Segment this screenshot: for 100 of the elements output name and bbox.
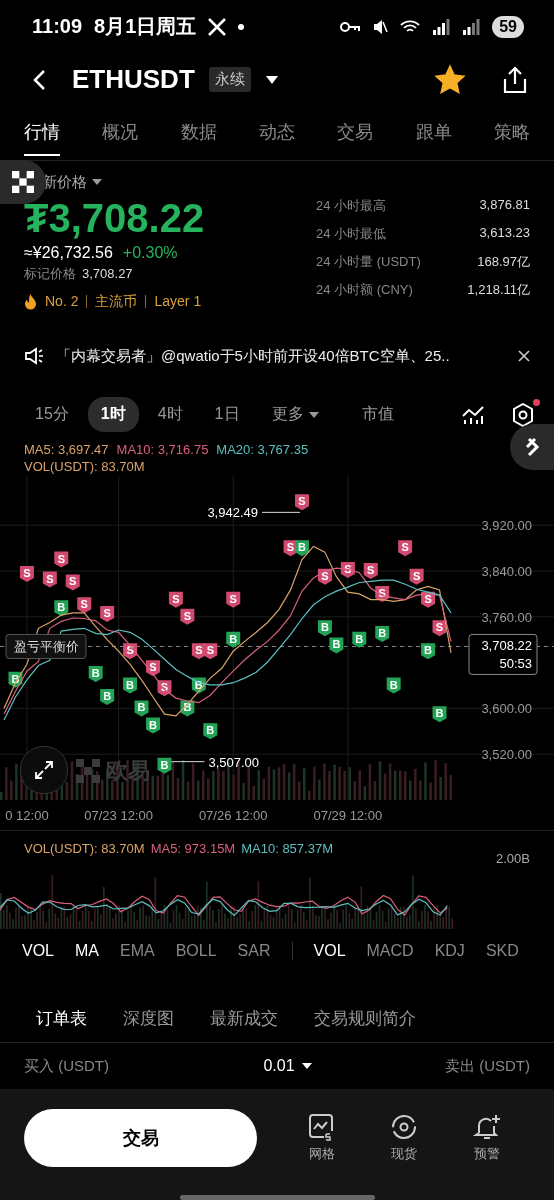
indicator-tab[interactable]: VOL	[22, 941, 54, 960]
sell-marker: S	[19, 565, 34, 582]
precision-dropdown[interactable]: 0.01	[263, 1057, 313, 1076]
interval-tab[interactable]: 15分	[22, 397, 82, 433]
nav-tab[interactable]: 数据	[180, 109, 217, 156]
stat-value: 3,613.23	[479, 224, 530, 242]
axis-tick-label: 2.00B	[496, 850, 530, 866]
sell-marker: S	[180, 608, 195, 625]
toolbar-action[interactable]: 预警	[445, 1112, 528, 1165]
mark-price: 3,708.27	[82, 266, 133, 282]
interval-tab[interactable]: 市值	[348, 397, 407, 433]
sell-marker: S	[432, 619, 447, 636]
logo-icon	[12, 171, 34, 193]
sell-marker: S	[317, 568, 332, 585]
symbol-dropdown-button[interactable]	[264, 74, 279, 85]
flame-icon	[24, 293, 37, 310]
order-tab[interactable]: 交易规则简介	[314, 1007, 416, 1030]
nav-tab[interactable]: 行情	[24, 109, 60, 156]
sell-marker: S	[65, 574, 80, 591]
buy-marker: B	[180, 700, 195, 717]
axis-tick-label: 3,840.00	[481, 563, 532, 579]
app-logo-button[interactable]	[0, 160, 46, 204]
x-logo-icon	[208, 17, 227, 36]
indicator-tab[interactable]: MACD	[366, 941, 414, 960]
interval-tab[interactable]: 4时	[144, 397, 196, 433]
nav-tab[interactable]: 动态	[259, 109, 295, 156]
interval-tab[interactable]: 1日	[201, 397, 253, 433]
signal-icon	[462, 18, 481, 35]
buy-marker: B	[375, 625, 390, 642]
buy-marker: B	[134, 700, 149, 717]
settings-button[interactable]	[512, 402, 534, 427]
contract-tag: 永续	[208, 67, 251, 93]
indicator-tab[interactable]: SAR	[237, 941, 271, 960]
breakeven-label: 盈亏平衡价	[5, 633, 87, 659]
indicator-button[interactable]	[462, 404, 484, 425]
bell-plus-icon	[472, 1113, 501, 1142]
buy-marker: B	[8, 671, 23, 688]
indicator-tab[interactable]: VOL	[313, 941, 346, 960]
battery-level: 59	[492, 15, 524, 38]
buy-marker: B	[226, 631, 241, 648]
axis-tick-label: 3,600.00	[481, 701, 532, 717]
interval-tab[interactable]: 更多	[258, 397, 333, 433]
price-label: 3,507.00	[208, 754, 260, 770]
rank-tag: 主流币	[86, 295, 146, 309]
sell-marker: S	[409, 568, 424, 585]
buy-marker: B	[123, 677, 138, 694]
caret-icon	[300, 1062, 313, 1071]
nav-tab[interactable]: 跟单	[415, 109, 452, 156]
column-header: 买入 (USDT)	[24, 1056, 109, 1076]
nav-tab[interactable]: 策略	[493, 109, 530, 156]
indicator-tab[interactable]: BOLL	[175, 941, 217, 960]
close-button[interactable]	[518, 350, 530, 362]
caret-icon	[307, 410, 320, 419]
last-price-tag: 3,708.22 50:53	[468, 633, 538, 675]
buy-marker: B	[203, 723, 218, 739]
sell-marker: S	[421, 591, 436, 608]
ma-legend: MA20: 3,767.35	[216, 441, 309, 457]
sell-marker: S	[146, 660, 160, 677]
announcement-text: 「内幕交易者」@qwatio于5小时前开设40倍BTC空单、25..	[56, 346, 451, 366]
ma-legend: MA10: 3,716.75	[116, 441, 209, 457]
volume-legend: MA5: 973.15M	[150, 840, 236, 863]
order-tab[interactable]: 深度图	[123, 1007, 174, 1030]
status-date: 8月1日周五	[94, 14, 197, 40]
order-tab[interactable]: 订单表	[36, 1007, 87, 1030]
toolbar-action[interactable]: 现货	[363, 1112, 446, 1165]
buy-marker: B	[329, 637, 344, 654]
nav-tab[interactable]: 概况	[102, 109, 139, 156]
axis-tick-label: 3,520.00	[481, 746, 532, 762]
nav-tab[interactable]: 交易	[337, 109, 374, 156]
sell-marker: S	[363, 562, 378, 579]
expand-button[interactable]	[20, 745, 68, 794]
symbol-title: ETHUSDT	[72, 64, 195, 96]
sell-marker: S	[168, 591, 183, 608]
sell-marker: S	[295, 494, 309, 510]
buy-marker: B	[432, 705, 447, 722]
favorite-star-button[interactable]	[434, 63, 466, 96]
axis-tick-label: 07/26 12:00	[198, 807, 268, 823]
sell-marker: S	[54, 551, 69, 568]
buy-marker: B	[100, 688, 115, 705]
buy-marker: B	[317, 619, 332, 636]
trade-button[interactable]: 交易	[24, 1109, 257, 1168]
buy-marker: B	[146, 717, 160, 734]
watermark-logo-icon	[76, 758, 100, 783]
indicator-tab[interactable]: KDJ	[434, 941, 465, 960]
swap-side-button[interactable]	[510, 424, 554, 470]
rank-tag: Layer 1	[145, 295, 210, 309]
axis-tick-label: 3,760.00	[481, 609, 532, 625]
indicator-tab[interactable]: MA	[75, 941, 99, 960]
buy-marker: B	[352, 631, 367, 648]
axis-tick-label: 07/29 12:00	[313, 807, 383, 823]
indicator-tab[interactable]: SKD	[485, 941, 519, 960]
stat-label: 24 小时额 (CNY)	[316, 280, 413, 299]
order-tab[interactable]: 最新成交	[210, 1007, 278, 1030]
back-button[interactable]	[32, 68, 46, 91]
caret-icon	[91, 178, 103, 187]
stat-value: 3,876.81	[479, 196, 530, 214]
share-button[interactable]	[502, 65, 528, 94]
interval-tab[interactable]: 1时	[87, 397, 139, 433]
toolbar-action[interactable]: 网格	[281, 1112, 364, 1165]
indicator-tab[interactable]: EMA	[120, 941, 155, 960]
